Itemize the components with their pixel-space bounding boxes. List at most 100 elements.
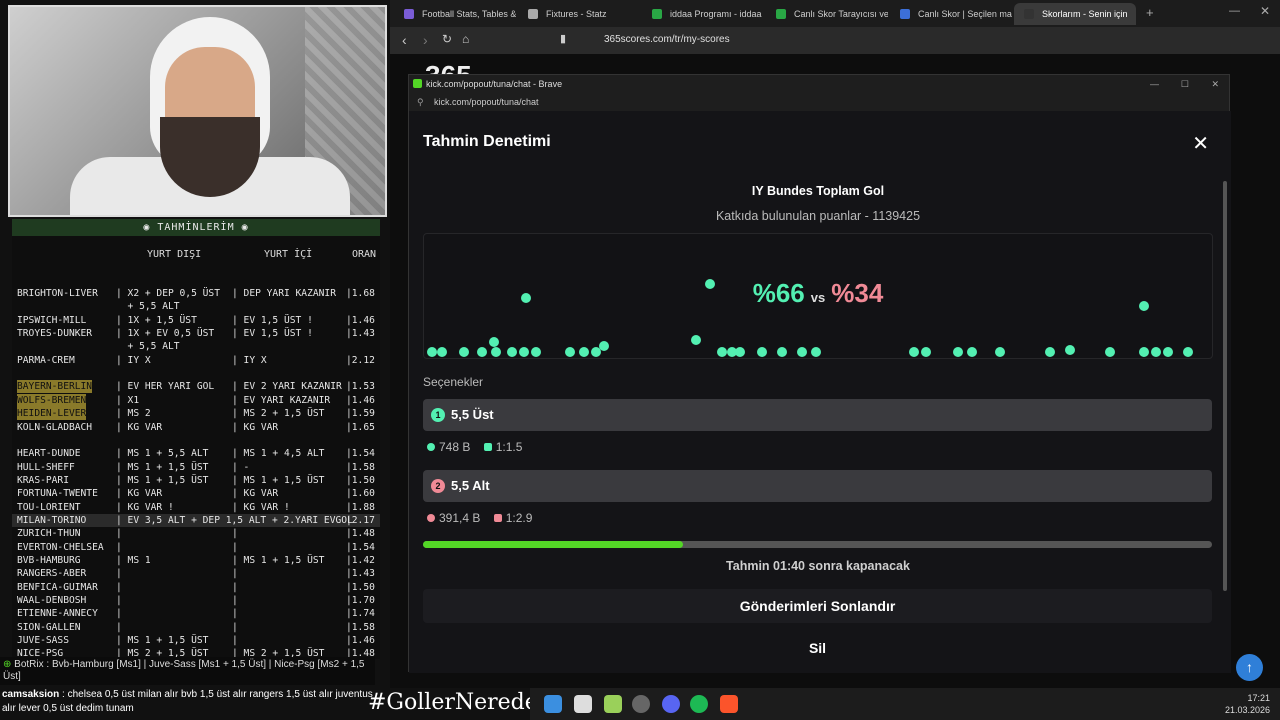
tab-favicon-icon bbox=[900, 9, 910, 19]
prediction-abroad: | MS 1 bbox=[116, 555, 151, 566]
prediction-odds: |1.54 bbox=[346, 448, 375, 460]
browser-tab[interactable]: Fixtures - Statz bbox=[518, 3, 640, 25]
vote-dot bbox=[1151, 347, 1161, 357]
prediction-odds: |2.17 bbox=[346, 514, 375, 526]
tab-label: iddaa Programı - iddaa Bi bbox=[670, 9, 764, 19]
prediction-row bbox=[12, 434, 380, 447]
option-1-button[interactable]: 1 5,5 Üst bbox=[423, 399, 1212, 431]
tab-label: Canlı Skor Tarayıcısı ve Ca bbox=[794, 9, 888, 19]
prediction-domestic: | bbox=[232, 528, 238, 540]
vote-dot bbox=[921, 347, 931, 357]
prediction-odds: |1.50 bbox=[346, 474, 375, 486]
prediction-abroad: | bbox=[116, 621, 122, 633]
bot-chat-line: ⊕ BotRix : Bvb-Hamburg [Ms1] | Juve-Sass… bbox=[0, 657, 375, 685]
prediction-domestic: | bbox=[232, 635, 238, 647]
prediction-abroad: | MS 2 bbox=[116, 408, 151, 420]
prediction-row: BVB-HAMBURG | MS 1 | MS 1 + 1,5 ÜST |1.42 bbox=[12, 554, 380, 567]
prediction-abroad: | bbox=[116, 608, 122, 620]
brave-icon[interactable] bbox=[720, 695, 738, 713]
tab-favicon-icon bbox=[652, 9, 662, 19]
vote-dot bbox=[953, 347, 963, 357]
vote-dot bbox=[579, 347, 589, 357]
prediction-row: JUVE-SASS | MS 1 + 1,5 ÜST | |1.46 bbox=[12, 634, 380, 647]
new-tab-button[interactable]: + bbox=[1146, 5, 1154, 20]
option-2-label: 5,5 Alt bbox=[451, 478, 490, 493]
prediction-odds: |1.43 bbox=[346, 568, 375, 580]
popup-maximize-button[interactable]: ☐ bbox=[1181, 75, 1189, 93]
prediction-domestic: | bbox=[232, 541, 238, 553]
vote-dot bbox=[565, 347, 575, 357]
tab-favicon-icon bbox=[528, 9, 538, 19]
prediction-domestic: | MS 1 + 4,5 ALT bbox=[232, 448, 325, 460]
vote-dot bbox=[1045, 347, 1055, 357]
prediction-abroad: | 1X + EV 0,5 ÜST bbox=[116, 328, 215, 340]
progress-fill bbox=[423, 541, 684, 548]
prediction-abroad: | IY X bbox=[116, 354, 151, 366]
prediction-match: WOLFS-BREMEN bbox=[17, 393, 87, 407]
percent-option-1: %66 bbox=[752, 278, 805, 308]
prediction-domestic: | MS 1 + 1,5 ÜST bbox=[232, 474, 325, 486]
prediction-abroad: | bbox=[116, 595, 122, 607]
site-info-icon[interactable]: ⚲ bbox=[417, 93, 424, 111]
tab-label: Football Stats, Tables & D bbox=[422, 9, 516, 19]
vote-dot bbox=[427, 347, 437, 357]
prediction-domestic: | EV YARI KAZANIR bbox=[232, 394, 331, 406]
home-icon[interactable]: ⌂ bbox=[462, 32, 469, 46]
prediction-row: FORTUNA-TWENTE | KG VAR | KG VAR |1.60 bbox=[12, 487, 380, 500]
prediction-match: RANGERS-ABER bbox=[17, 568, 87, 580]
browser-tab[interactable]: Skorlarım - Senin için bbox=[1014, 3, 1136, 25]
prediction-abroad: | KG VAR ! bbox=[116, 501, 174, 513]
vote-dot bbox=[507, 347, 517, 357]
scrollbar[interactable] bbox=[1223, 181, 1227, 591]
browser-tab[interactable]: Football Stats, Tables & D bbox=[394, 3, 516, 25]
prediction-row: HEIDEN-LEVER | MS 2 | MS 2 + 1,5 ÜST |1.59 bbox=[12, 407, 380, 421]
browser-tab[interactable]: Canlı Skor Tarayıcısı ve Ca bbox=[766, 3, 888, 25]
prediction-match: HULL-SHEFF bbox=[17, 461, 75, 473]
tab-favicon-icon bbox=[1024, 9, 1034, 19]
options-label: Seçenekler bbox=[423, 375, 484, 389]
popup-close-button[interactable]: ✕ bbox=[1211, 75, 1219, 93]
prediction-match: WAAL-DENBOSH bbox=[17, 595, 87, 607]
vote-dot bbox=[811, 347, 821, 357]
prediction-odds: |1.74 bbox=[346, 608, 375, 620]
close-icon[interactable]: ✕ bbox=[1192, 131, 1209, 156]
vote-dot bbox=[967, 347, 977, 357]
option-1-label: 5,5 Üst bbox=[451, 407, 494, 422]
vote-dot bbox=[459, 347, 469, 357]
obs-icon[interactable] bbox=[632, 695, 650, 713]
scroll-top-button[interactable]: ↑ bbox=[1236, 654, 1263, 681]
prediction-abroad: | EV 3,5 ALT + DEP 1,5 ALT + 2.YARI EVGO… bbox=[116, 514, 353, 526]
back-icon[interactable]: ‹ bbox=[402, 32, 407, 48]
url-field[interactable]: 365scores.com/tr/my-scores bbox=[604, 34, 730, 45]
vote-dot bbox=[591, 347, 601, 357]
app-icon[interactable] bbox=[604, 695, 622, 713]
option-2-button[interactable]: 2 5,5 Alt bbox=[423, 470, 1212, 502]
delete-button[interactable]: Sil bbox=[423, 633, 1212, 663]
prediction-domestic: | MS 2 + 1,5 ÜST bbox=[232, 408, 325, 420]
bookmark-icon[interactable]: ▮ bbox=[560, 32, 566, 45]
browser-tab[interactable]: iddaa Programı - iddaa Bi bbox=[642, 3, 764, 25]
prediction-domestic: | bbox=[232, 581, 238, 593]
prediction-odds: |1.42 bbox=[346, 555, 375, 566]
prediction-abroad: | bbox=[116, 568, 122, 580]
close-window-button[interactable]: ✕ bbox=[1260, 4, 1270, 18]
vote-dot bbox=[777, 347, 787, 357]
prediction-abroad: | KG VAR bbox=[116, 488, 163, 500]
prediction-odds: |1.46 bbox=[346, 314, 375, 326]
popup-minimize-button[interactable]: — bbox=[1150, 75, 1159, 93]
vote-dot bbox=[757, 347, 767, 357]
reload-icon[interactable]: ↻ bbox=[442, 32, 452, 46]
browser-tab[interactable]: Canlı Skor | Seçilen maçla bbox=[890, 3, 1012, 25]
spotify-icon[interactable] bbox=[690, 695, 708, 713]
discord-icon[interactable] bbox=[662, 695, 680, 713]
tab-favicon-icon bbox=[404, 9, 414, 19]
forward-icon[interactable]: › bbox=[423, 32, 428, 48]
prediction-abroad: | 1X + 1,5 ÜST bbox=[116, 314, 197, 326]
closing-timer: Tahmin 01:40 sonra kapanacak bbox=[726, 559, 910, 573]
chat-message: camsaksion : chelsea 0,5 üst milan alır … bbox=[2, 689, 373, 714]
prediction-abroad: | bbox=[116, 581, 122, 593]
end-submissions-button[interactable]: Gönderimleri Sonlandır bbox=[423, 589, 1212, 623]
windows-start-icon[interactable] bbox=[544, 695, 562, 713]
files-icon[interactable] bbox=[574, 695, 592, 713]
minimize-button[interactable]: — bbox=[1229, 5, 1240, 17]
